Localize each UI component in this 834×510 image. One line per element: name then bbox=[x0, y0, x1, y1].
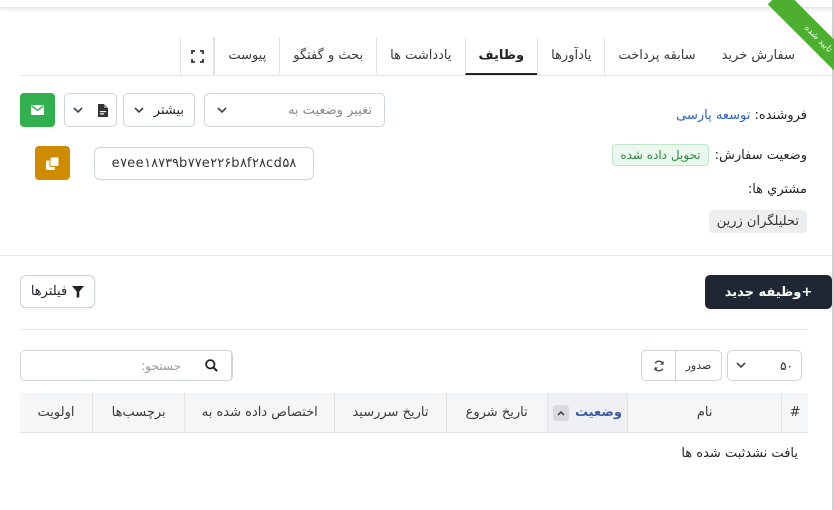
column-status[interactable]: وضعيت bbox=[546, 393, 628, 432]
more-label: بیشتر bbox=[153, 102, 184, 118]
tab-tasks[interactable]: وظايف bbox=[464, 37, 538, 75]
column-name[interactable]: نام bbox=[627, 393, 781, 432]
section-divider bbox=[0, 255, 832, 256]
chevron-down-icon bbox=[73, 106, 83, 113]
empty-table-message: یافت نشدثبت شده ها bbox=[681, 445, 798, 461]
page-size-value: ۵۰ bbox=[780, 358, 793, 373]
tab-payment-history[interactable]: سابقه پرداخت bbox=[604, 37, 708, 75]
table-actions-group: صدور bbox=[641, 350, 722, 381]
more-actions-dropdown[interactable]: بیشتر bbox=[123, 93, 195, 127]
tab-notes[interactable]: يادداشت ها bbox=[376, 37, 464, 75]
expand-icon bbox=[190, 49, 204, 63]
tab-bar: سفارش خرید سابقه پرداخت يادآورها وظايف ي… bbox=[180, 37, 808, 75]
filters-button[interactable]: فيلترها bbox=[20, 275, 95, 308]
copy-icon bbox=[46, 156, 60, 170]
customers-label: مشتري ها: bbox=[747, 182, 807, 197]
chevron-down-icon bbox=[736, 362, 746, 369]
refresh-button[interactable] bbox=[642, 351, 676, 380]
tab-discussion[interactable]: بحث و گفتگو bbox=[279, 37, 376, 75]
tab-attachments[interactable]: پیوست bbox=[214, 37, 279, 75]
new-task-button[interactable]: +وظيفه جديد bbox=[705, 275, 832, 309]
filters-label: فيلترها bbox=[30, 284, 68, 299]
order-hash-field[interactable]: e۷ee۱۸۷۳۹b۷۷e۲۲۶b۸f۲۸cd۵۸ bbox=[94, 147, 314, 180]
top-card-edge bbox=[0, 0, 834, 8]
search-input[interactable] bbox=[21, 351, 191, 380]
order-status-row: وضعيت سفارش: تحويل داده شده bbox=[612, 144, 807, 166]
seller-label: فروشنده: bbox=[754, 108, 808, 123]
email-button[interactable] bbox=[20, 93, 55, 127]
search-group bbox=[20, 350, 233, 381]
copy-hash-button[interactable] bbox=[35, 146, 70, 180]
order-status-label: وضعيت سفارش: bbox=[714, 147, 807, 163]
change-status-select[interactable]: تغيير وضعيت به bbox=[204, 93, 385, 127]
export-button[interactable]: صدور bbox=[676, 351, 721, 380]
refresh-icon bbox=[653, 360, 664, 371]
filter-icon bbox=[72, 285, 85, 298]
chevron-down-icon bbox=[134, 106, 144, 113]
order-status-badge: تحويل داده شده bbox=[612, 144, 709, 166]
column-due-date[interactable]: تاريخ سررسيد bbox=[334, 393, 445, 432]
column-tags[interactable]: برچسب‌ها bbox=[92, 393, 184, 432]
search-icon bbox=[204, 359, 218, 372]
search-button[interactable] bbox=[191, 351, 232, 380]
page-size-select[interactable]: ۵۰ bbox=[727, 350, 802, 381]
column-assigned-to[interactable]: اختصاص داده شده به bbox=[184, 393, 334, 432]
change-status-placeholder: تغيير وضعيت به bbox=[287, 102, 372, 118]
sort-ascending-icon bbox=[552, 404, 569, 421]
column-status-label: وضعيت bbox=[574, 405, 622, 420]
column-start-date[interactable]: تاريخ شروع bbox=[445, 393, 547, 432]
pdf-export-dropdown[interactable] bbox=[64, 93, 117, 127]
tab-purchase-order[interactable]: سفارش خرید bbox=[709, 37, 808, 75]
tab-reminders[interactable]: يادآورها bbox=[537, 37, 604, 75]
tasks-divider bbox=[20, 329, 808, 330]
customer-tag[interactable]: تحلیلگران زرین bbox=[708, 210, 807, 233]
seller-row: فروشنده: توسعه پارسی bbox=[676, 108, 807, 123]
tasks-table-header: # نام وضعيت تاريخ شروع تاريخ سررسيد اختص… bbox=[20, 393, 808, 433]
chevron-down-icon bbox=[217, 106, 227, 113]
column-index[interactable]: # bbox=[781, 393, 808, 432]
file-pdf-icon bbox=[98, 103, 108, 117]
column-priority[interactable]: اولويت bbox=[20, 393, 92, 432]
seller-link[interactable]: توسعه پارسی bbox=[676, 108, 750, 123]
fullscreen-button[interactable] bbox=[180, 37, 215, 75]
envelope-icon bbox=[31, 105, 44, 115]
tab-divider bbox=[20, 75, 832, 76]
